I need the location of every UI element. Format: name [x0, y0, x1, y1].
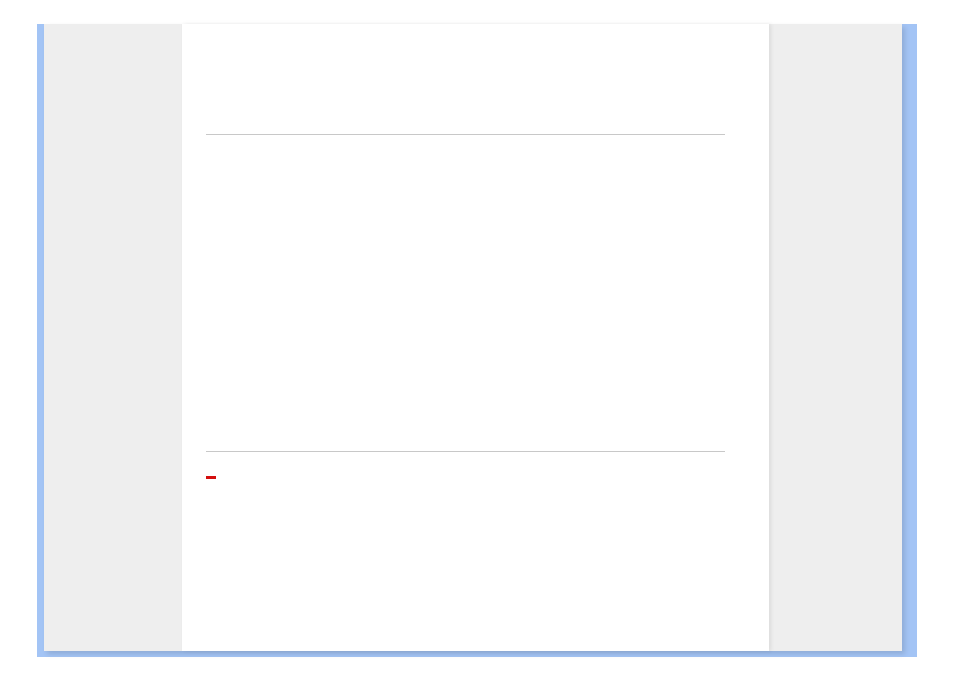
footer-mark — [206, 476, 216, 479]
section-heading — [206, 110, 725, 124]
document-frame — [37, 24, 917, 657]
lower-rule — [206, 451, 725, 452]
body-area — [182, 135, 769, 451]
document-page[interactable] — [182, 24, 769, 651]
scrollbar-track[interactable] — [933, 24, 941, 657]
document-background — [44, 24, 902, 651]
